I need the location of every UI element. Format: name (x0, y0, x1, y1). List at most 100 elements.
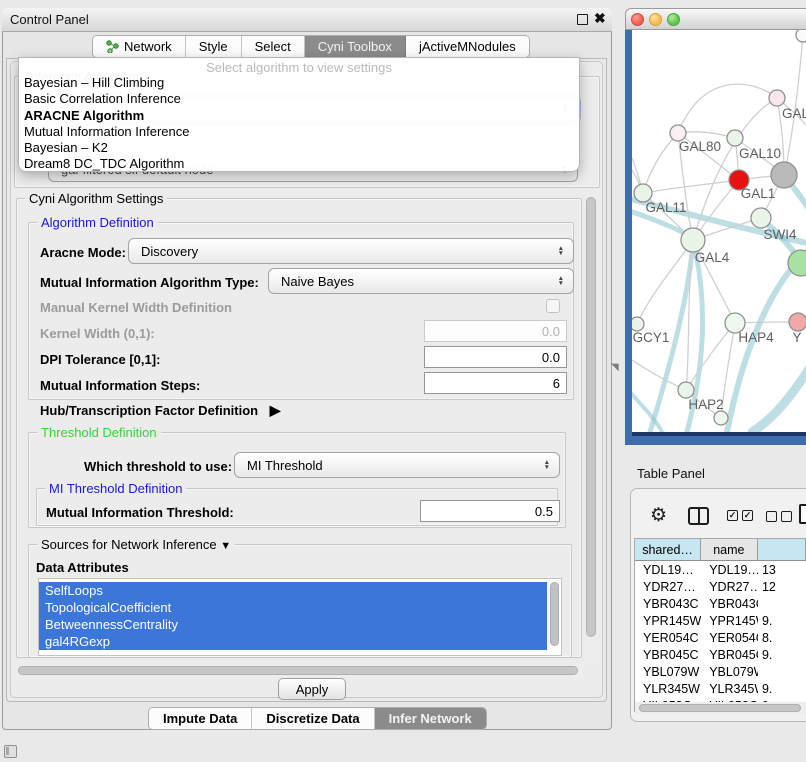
node-top-cut[interactable] (796, 30, 806, 42)
table-row[interactable]: YDR27…YDR27…12 (635, 578, 806, 595)
hub-section-label: Hub/Transcription Factor Definition (40, 403, 258, 418)
node-gal1-label: GAL1 (741, 186, 776, 201)
table-header-row: shared…name (635, 539, 806, 561)
node-table: shared…name YDL19…YDL19…13YDR27…YDR27…12… (634, 538, 806, 712)
algorithm-option[interactable]: Bayesian – K2 (19, 140, 579, 156)
node-salmon-cut[interactable] (789, 313, 806, 331)
node-salmon-cut-label: Y (792, 330, 801, 345)
table-row[interactable]: YLR345WYLR345W9. (635, 680, 806, 697)
node-gal4[interactable] (681, 228, 705, 252)
table-hscroll-thumb[interactable] (639, 704, 801, 712)
table-row[interactable]: YER054CYER054C8. (635, 629, 806, 646)
node-gal-cut-label: GAL (782, 106, 806, 121)
algorithm-option[interactable]: Mutual Information Inference (19, 124, 579, 140)
table-cell: YBL079W (701, 663, 758, 680)
window-minimize-traffic-icon[interactable] (649, 13, 662, 26)
table-settings-gear-icon[interactable]: ⚙ (650, 504, 667, 527)
minimized-panel-icon[interactable] (4, 745, 17, 758)
attribute-item-selected[interactable]: TopologicalCoefficient (39, 599, 547, 616)
table-row[interactable]: YBR045CYBR045C9. (635, 646, 806, 663)
algorithm-option[interactable]: Bayesian – Hill Climbing (19, 75, 579, 91)
tab-bar: Network StyleSelectCyni ToolboxjActiveMNo… (92, 35, 530, 58)
network-edge[interactable] (643, 180, 739, 193)
table-cell: YLR345W (701, 680, 758, 697)
window-close-traffic-icon[interactable] (631, 13, 644, 26)
network-edge[interactable] (643, 133, 678, 193)
bottom-tab-discretize-data[interactable]: Discretize Data (252, 708, 374, 729)
algorithm-option[interactable]: Basic Correlation Inference (19, 91, 579, 107)
network-edge[interactable] (752, 366, 806, 432)
node-swi4[interactable] (751, 208, 771, 228)
tab-style[interactable]: Style (186, 36, 242, 57)
tab-network[interactable]: Network (93, 36, 186, 57)
mi-algorithm-type-combo[interactable]: Naive Bayes ▲▼ (268, 268, 574, 294)
tab-jactivemnodules[interactable]: jActiveMNodules (406, 36, 529, 57)
algorithm-option[interactable]: ARACNE Algorithm (19, 108, 579, 124)
bottom-tab-impute-data[interactable]: Impute Data (149, 708, 252, 729)
attribute-list-scrollbar[interactable] (550, 582, 559, 646)
control-panel-titlebar[interactable] (2, 8, 612, 32)
node-gray[interactable] (771, 162, 797, 188)
float-panel-icon[interactable] (577, 14, 588, 25)
table-cell (758, 663, 806, 680)
table-cell: YDR27… (635, 578, 701, 595)
table-row[interactable]: YPR145WYPR145W9. (635, 612, 806, 629)
table-row[interactable]: YBL079WYBL079W (635, 663, 806, 680)
column-header-name[interactable]: name (701, 539, 757, 560)
table-body: YDL19…YDL19…13YDR27…YDR27…12YBR043CYBR04… (635, 561, 806, 712)
expand-right-icon[interactable]: ▶ (270, 402, 281, 418)
aracne-mode-value: Discovery (141, 244, 198, 259)
mi-steps-field[interactable] (424, 372, 567, 394)
which-threshold-combo[interactable]: MI Threshold ▲▼ (234, 452, 560, 478)
sources-group-title[interactable]: Sources for Network Inference ▼ (37, 537, 235, 552)
algorithm-option[interactable]: Dream8 DC_TDC Algorithm (19, 156, 579, 172)
network-edge[interactable] (632, 360, 686, 390)
tab-label: Network (124, 39, 172, 54)
manual-kernel-checkbox[interactable] (546, 299, 560, 313)
mi-threshold-group-title: MI Threshold Definition (45, 481, 186, 496)
select-all-columns-icon[interactable]: ✓ ✓ (727, 510, 753, 521)
kernel-width-field[interactable] (424, 320, 567, 342)
bottom-tab-infer-network[interactable]: Infer Network (375, 708, 486, 729)
table-cell: YBR045C (701, 646, 758, 663)
column-layout-icon[interactable] (688, 507, 709, 525)
combo-arrows-icon: ▲▼ (544, 460, 550, 470)
table-cell: 9. (758, 646, 806, 663)
tab-cyni-toolbox[interactable]: Cyni Toolbox (305, 36, 406, 57)
aracne-mode-combo[interactable]: Discovery ▲▼ (128, 238, 574, 264)
hub-section-toggle[interactable]: Hub/Transcription Factor Definition ▶ (40, 402, 281, 419)
deselect-all-columns-icon[interactable] (766, 511, 792, 522)
table-cell: 12 (758, 578, 806, 595)
network-edge[interactable] (784, 35, 803, 175)
document-icon[interactable] (799, 504, 806, 524)
column-header-clipped[interactable] (758, 539, 806, 560)
node-bottom-cut[interactable] (714, 411, 728, 425)
apply-button[interactable]: Apply (278, 678, 346, 700)
table-cell: YER054C (701, 629, 758, 646)
attribute-item-selected[interactable]: SelfLoops (39, 582, 547, 599)
collapse-down-icon[interactable]: ▼ (220, 540, 231, 552)
node-hap2[interactable] (678, 382, 694, 398)
unchecked-box-icon (781, 511, 792, 522)
node-hap4-label: HAP4 (738, 330, 774, 345)
attribute-item-selected[interactable]: BetweennessCentrality (39, 616, 547, 633)
sash-collapse-icon[interactable]: ◥ (611, 362, 619, 373)
node-gal10[interactable] (727, 130, 743, 146)
window-zoom-traffic-icon[interactable] (667, 13, 680, 26)
node-gal-cut[interactable] (769, 90, 785, 106)
close-panel-icon[interactable]: ✖ (594, 10, 606, 27)
network-canvas[interactable]: GALGAL80GAL10GAL1GAL11SWI4GAL4GCY1HAP4YH… (632, 30, 806, 432)
mi-threshold-field[interactable] (420, 500, 560, 522)
network-edge[interactable] (686, 323, 735, 390)
table-row[interactable]: YBR043CYBR043C (635, 595, 806, 612)
tab-select[interactable]: Select (242, 36, 305, 57)
dpi-tolerance-field[interactable] (424, 346, 567, 368)
settings-vscroll-thumb[interactable] (586, 197, 596, 637)
attribute-item-selected[interactable]: gal4RGexp (39, 633, 547, 650)
table-row[interactable]: YDL19…YDL19…13 (635, 561, 806, 578)
settings-hscroll-thumb[interactable] (18, 666, 578, 675)
column-header-shared…[interactable]: shared… (635, 539, 701, 560)
node-gcy1[interactable] (632, 317, 644, 331)
table-cell: 9. (758, 612, 806, 629)
bottom-tab-bar: Impute DataDiscretize DataInfer Network (148, 707, 487, 730)
